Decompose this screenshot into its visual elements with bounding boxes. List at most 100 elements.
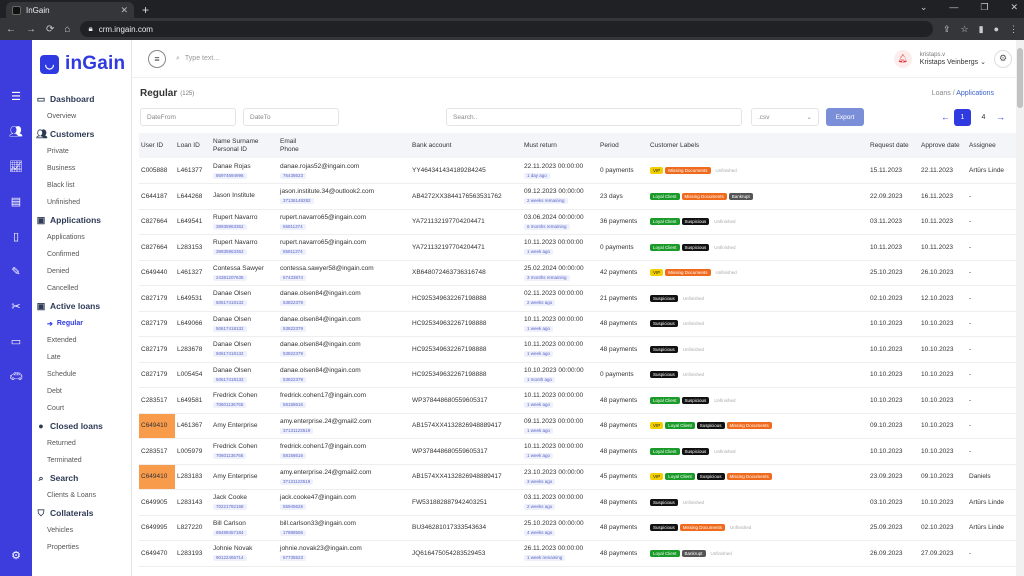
email[interactable]: amy.enterprise.24@gmail2.com: [280, 469, 410, 477]
assignee-cell[interactable]: -: [967, 336, 1019, 363]
chart-icon[interactable]: 📈︎: [9, 160, 23, 173]
column-header[interactable]: User ID: [139, 133, 175, 158]
column-header[interactable]: Request date: [868, 133, 919, 158]
assignee-cell[interactable]: -: [967, 438, 1019, 465]
label-badge-missing-documents[interactable]: Missing Documents: [665, 166, 711, 174]
email[interactable]: danae.olsen84@ingain.com: [280, 367, 410, 375]
sidebar-item-clients-loans[interactable]: Clients & Loans: [32, 487, 132, 504]
label-badge-loyal-client[interactable]: Loyal Client: [650, 218, 680, 226]
label-badge-unfinished[interactable]: Unfinished: [680, 346, 707, 353]
export-button[interactable]: Export: [826, 108, 864, 126]
table-row[interactable]: C005888 L461377 Danae Rojas 86974694996 dana…: [139, 158, 1019, 184]
email[interactable]: danae.olsen84@ingain.com: [280, 341, 410, 349]
sidebar-item-returned[interactable]: Returned: [32, 435, 132, 452]
table-row[interactable]: C644187 L644268 Jason Institute jason.insti…: [139, 183, 1019, 210]
breadcrumb-applications[interactable]: Applications: [956, 90, 994, 97]
kebab-menu-icon[interactable]: ⋮: [1009, 24, 1018, 35]
user-id-cell[interactable]: C827664: [139, 234, 175, 261]
assignee-cell[interactable]: -: [967, 362, 1019, 388]
loan-id-cell[interactable]: L283193: [175, 540, 211, 567]
user-id-cell[interactable]: C649470: [139, 540, 175, 567]
user-id-cell[interactable]: C283517: [139, 387, 175, 414]
label-badge-suspicious[interactable]: Suspicious: [696, 473, 725, 481]
table-row[interactable]: C827179 L649066 Danae Olsen 50617418132 dana…: [139, 311, 1019, 337]
scrollbar[interactable]: [1016, 40, 1024, 576]
email[interactable]: fredrick.cohen17@ingain.com: [280, 443, 410, 451]
customer-name[interactable]: Danae Olsen: [213, 316, 278, 324]
tools-icon[interactable]: ✂: [11, 300, 20, 313]
column-header[interactable]: Loan ID: [175, 133, 211, 158]
loan-id-cell[interactable]: L649531: [175, 285, 211, 312]
email[interactable]: rupert.navarro65@ingain.com: [280, 239, 410, 247]
customer-name[interactable]: Danae Olsen: [213, 341, 278, 349]
email[interactable]: rupert.navarro65@ingain.com: [280, 214, 410, 222]
user-id-cell[interactable]: C827179: [139, 336, 175, 363]
page-4-button[interactable]: 4: [975, 109, 992, 126]
label-badge-vip[interactable]: VIP: [650, 269, 664, 277]
user-id-cell[interactable]: C827664: [139, 209, 175, 235]
loan-id-cell[interactable]: L644268: [175, 183, 211, 210]
label-badge-suspicious[interactable]: Suspicious: [696, 422, 725, 430]
email[interactable]: danae.olsen84@ingain.com: [280, 316, 410, 324]
loan-id-cell[interactable]: L283143: [175, 489, 211, 516]
loan-id-cell[interactable]: L283183: [175, 464, 211, 490]
assignee-cell[interactable]: -: [967, 413, 1019, 439]
document-icon[interactable]: ▯: [13, 230, 19, 243]
customer-name[interactable]: Bill Carlson: [213, 520, 278, 528]
user-id-cell[interactable]: C283517: [139, 438, 175, 465]
table-row[interactable]: C827664 L283153 Rupert Navarro 38935963362 r…: [139, 234, 1019, 261]
loan-id-cell[interactable]: L461377: [175, 158, 211, 184]
customer-name[interactable]: Rupert Navarro: [213, 239, 278, 247]
assignee-cell[interactable]: Artūrs Linde: [967, 158, 1019, 184]
label-badge-unfinished[interactable]: Unfinished: [713, 269, 740, 276]
sidebar-item-late[interactable]: Late: [32, 349, 132, 366]
loan-id-cell[interactable]: L005979: [175, 438, 211, 465]
label-badge-suspicious[interactable]: Suspicious: [650, 524, 678, 532]
label-badge-unfinished[interactable]: Unfinished: [713, 167, 740, 174]
email[interactable]: bill.carlson33@ingain.com: [280, 520, 410, 528]
edit-icon[interactable]: ✎: [11, 265, 20, 278]
sidebar-item-applications[interactable]: Applications: [32, 229, 132, 246]
user-id-cell[interactable]: C827179: [139, 362, 175, 388]
breadcrumb-loans[interactable]: Loans: [932, 90, 951, 97]
sidebar-item-business[interactable]: Business: [32, 160, 132, 177]
table-row[interactable]: C827179 L283678 Danae Olsen 50617418132 dana…: [139, 336, 1019, 363]
customer-name[interactable]: Jack Cooke: [213, 494, 278, 502]
assignee-cell[interactable]: -: [967, 387, 1019, 414]
new-tab-icon[interactable]: +: [142, 3, 149, 17]
assignee-cell[interactable]: Artūrs Linde: [967, 515, 1019, 541]
sidebar-item-properties[interactable]: Properties: [32, 539, 132, 556]
sidebar-item-extended[interactable]: Extended: [32, 332, 132, 349]
email[interactable]: danae.rojas52@ingain.com: [280, 163, 410, 171]
email[interactable]: johnie.novak23@ingain.com: [280, 545, 410, 553]
sidebar-section-closed-loans[interactable]: ● Closed loans: [32, 417, 132, 435]
sidebar-item-schedule[interactable]: Schedule: [32, 366, 132, 383]
loan-id-cell[interactable]: L283153: [175, 234, 211, 261]
column-header[interactable]: Must return: [522, 133, 598, 158]
label-badge-loyal-client[interactable]: Loyal Client: [650, 549, 680, 557]
label-badge-suspicious[interactable]: Suspicious: [650, 294, 678, 302]
column-header[interactable]: Approve date: [919, 133, 967, 158]
sidebar-item-cancelled[interactable]: Cancelled: [32, 280, 132, 297]
address-bar[interactable]: 🔒︎ crm.ingain.com: [80, 21, 933, 37]
browser-tab[interactable]: InGain ✕: [6, 2, 134, 18]
table-row[interactable]: C649470 L283193 Johnie Novak 90122465714 joh…: [139, 540, 1019, 567]
notification-bell-icon[interactable]: 🔔︎: [893, 49, 912, 68]
label-badge-bankrupt[interactable]: Bankrupt: [681, 549, 706, 557]
share-icon[interactable]: ⇪: [943, 24, 951, 35]
assignee-cell[interactable]: -: [967, 311, 1019, 337]
label-badge-suspicious[interactable]: Suspicious: [650, 320, 678, 328]
sidebar-item-overview[interactable]: Overview: [32, 108, 132, 125]
format-select[interactable]: .csv ⌄: [751, 108, 819, 126]
sidebar-item-vehicles[interactable]: Vehicles: [32, 522, 132, 539]
label-badge-unfinished[interactable]: Unfinished: [708, 550, 735, 557]
next-page-icon[interactable]: →: [996, 112, 1005, 122]
sidebar-section-active-loans[interactable]: ▣ Active loans: [32, 297, 132, 315]
label-badge-suspicious[interactable]: Suspicious: [681, 243, 710, 251]
label-badge-loyal-client[interactable]: Loyal Client: [650, 243, 680, 251]
table-row[interactable]: C827664 L649541 Rupert Navarro 38935963362 r…: [139, 209, 1019, 235]
column-header[interactable]: Assignee: [967, 133, 1019, 158]
label-badge-vip[interactable]: VIP: [650, 166, 664, 174]
sidebar-item-court[interactable]: Court: [32, 400, 132, 417]
label-badge-unfinished[interactable]: Unfinished: [680, 499, 707, 506]
